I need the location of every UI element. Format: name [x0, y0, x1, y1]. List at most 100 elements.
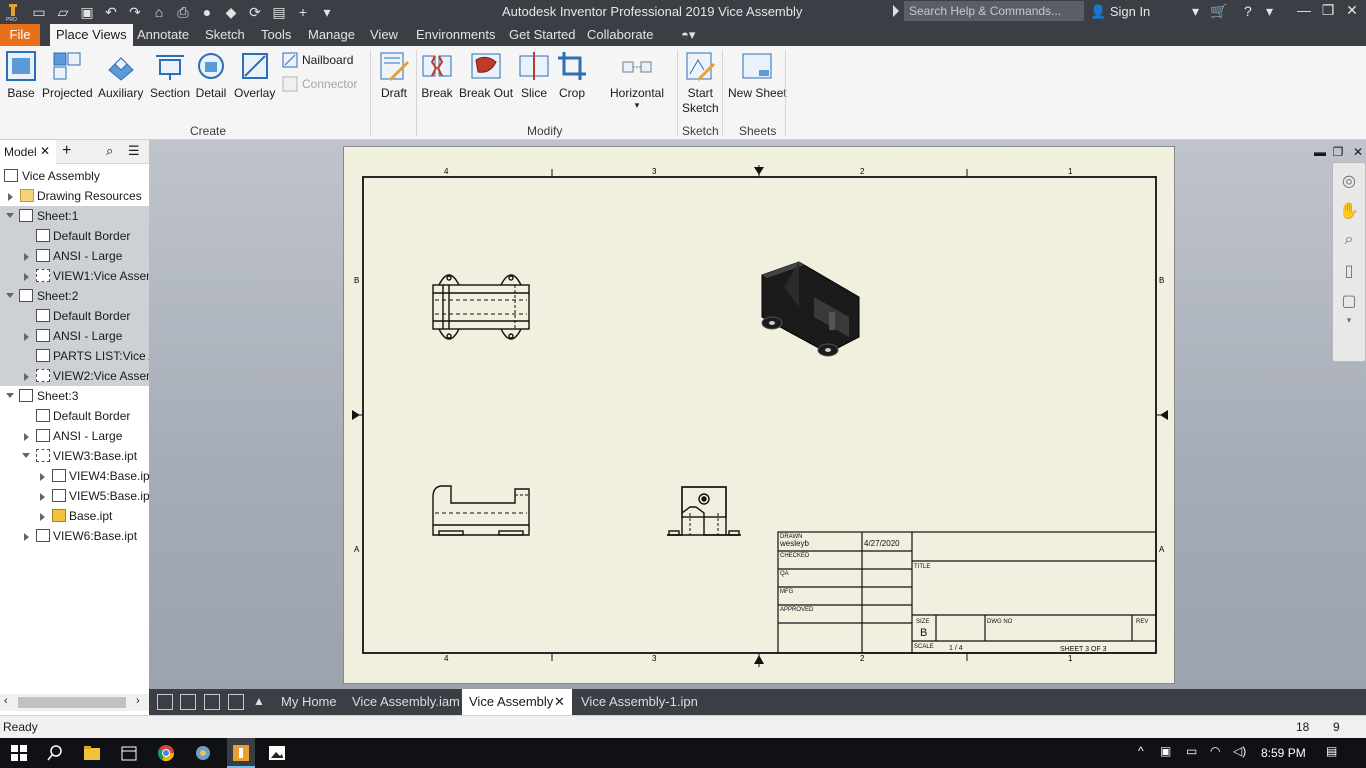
zoom-window-icon[interactable]: ▢: [1338, 291, 1360, 313]
tab-manage[interactable]: Manage: [302, 24, 361, 46]
tree-node-sheet-2[interactable]: Sheet:2: [0, 286, 149, 306]
show-hidden-icons-icon[interactable]: ^: [1138, 744, 1144, 758]
menu-icon[interactable]: ☰: [128, 143, 140, 159]
search-expand-icon[interactable]: [893, 5, 899, 17]
tab-place-views[interactable]: Place Views: [50, 24, 133, 46]
doc-tab-my-home[interactable]: My Home: [277, 689, 341, 715]
search-icon[interactable]: ⌕: [106, 143, 113, 159]
doc-restore-icon[interactable]: ❐: [1330, 145, 1346, 159]
tree-node-view2[interactable]: VIEW2:Vice Assembly: [0, 366, 149, 386]
drawing-view-top[interactable]: [432, 274, 530, 340]
tab-file[interactable]: File: [0, 24, 40, 46]
expand-icon[interactable]: [8, 193, 13, 201]
tree-node-ansi-large[interactable]: ANSI - Large: [0, 246, 149, 266]
expand-icon[interactable]: [24, 253, 29, 261]
collapse-icon[interactable]: [6, 213, 14, 218]
tree-node-parts-list[interactable]: PARTS LIST:Vice Assembly: [0, 346, 149, 366]
search-icon[interactable]: [46, 744, 64, 762]
tree-node-view1[interactable]: VIEW1:Vice Assembly: [0, 266, 149, 286]
collapse-icon[interactable]: [22, 453, 30, 458]
tile-icon[interactable]: [180, 694, 196, 710]
draft-button[interactable]: Draft: [378, 50, 410, 100]
doc-tab-vice-assembly-ipn[interactable]: Vice Assembly-1.ipn: [577, 689, 702, 715]
graphics-canvas[interactable]: ▬ ❐ ✕ 4 3 2 1 4 3 2 1 B B A A DRAWN wesl…: [149, 140, 1366, 689]
auxiliary-view-button[interactable]: Auxiliary: [98, 50, 143, 100]
collapse-icon[interactable]: [6, 293, 14, 298]
tree-node-default-border[interactable]: Default Border: [0, 306, 149, 326]
scroll-right-icon[interactable]: ›: [136, 695, 140, 707]
tree-node-view5[interactable]: VIEW5:Base.ipt: [0, 486, 149, 506]
expand-icon[interactable]: [40, 513, 45, 521]
arrange-horizontal-icon[interactable]: [204, 694, 220, 710]
cart-icon[interactable]: 🛒: [1210, 3, 1227, 20]
panel-options-icon[interactable]: ◓▾: [675, 24, 701, 46]
help-dropdown-icon[interactable]: ▾: [1266, 3, 1273, 20]
close-tab-icon[interactable]: ✕: [40, 144, 50, 158]
tree-node-sheet-3[interactable]: Sheet:3: [0, 386, 149, 406]
drawing-view-side[interactable]: [667, 486, 741, 536]
drawing-sheet[interactable]: 4 3 2 1 4 3 2 1 B B A A DRAWN wesleyb 4/…: [343, 146, 1175, 684]
file-explorer-icon[interactable]: [83, 744, 101, 762]
plus-icon[interactable]: +: [294, 3, 312, 21]
expand-icon[interactable]: [40, 493, 45, 501]
drawing-view-isometric[interactable]: [761, 261, 860, 357]
volume-icon[interactable]: ◁): [1233, 744, 1246, 758]
expand-icon[interactable]: [24, 273, 29, 281]
zoom-icon[interactable]: ⌕: [1338, 231, 1360, 253]
close-doc-tab-icon[interactable]: ✕: [554, 689, 565, 715]
tree-node-sheet-1[interactable]: Sheet:1: [0, 206, 149, 226]
tree-node-vice-assembly[interactable]: Vice Assembly: [0, 166, 149, 186]
tree-node-view4[interactable]: VIEW4:Base.ipt: [0, 466, 149, 486]
tab-get-started[interactable]: Get Started: [503, 24, 581, 46]
doc-tab-vice-assembly-iam[interactable]: Vice Assembly.iam: [348, 689, 464, 715]
projected-view-button[interactable]: Projected: [42, 50, 93, 100]
tab-environments[interactable]: Environments: [410, 24, 501, 46]
tree-node-view3[interactable]: VIEW3:Base.ipt: [0, 446, 149, 466]
horizontal-button[interactable]: Horizontal ▾: [610, 50, 664, 111]
scroll-thumb[interactable]: [18, 697, 126, 708]
tab-model[interactable]: Model ✕: [0, 140, 56, 164]
doc-close-icon[interactable]: ✕: [1350, 145, 1366, 159]
new-sheet-button[interactable]: New Sheet: [728, 50, 787, 100]
customize-icon[interactable]: ▾: [318, 3, 336, 21]
battery-icon[interactable]: ▭: [1186, 744, 1197, 758]
add-tab-icon[interactable]: +: [62, 142, 71, 160]
break-out-button[interactable]: Break Out: [459, 50, 513, 100]
expand-icon[interactable]: [40, 473, 45, 481]
clock-time[interactable]: 8:59 PM: [1261, 746, 1306, 760]
expand-icon[interactable]: [24, 373, 29, 381]
expand-icon[interactable]: [24, 333, 29, 341]
tab-sketch[interactable]: Sketch: [199, 24, 251, 46]
scroll-left-icon[interactable]: ‹: [4, 695, 8, 707]
action-center-icon[interactable]: ▤: [1326, 744, 1337, 758]
doc-tab-vice-assembly[interactable]: Vice Assembly ✕: [462, 689, 572, 715]
connector-button[interactable]: Connector: [282, 76, 357, 92]
new-icon[interactable]: ▭: [30, 3, 48, 21]
minimize-icon[interactable]: —: [1292, 2, 1316, 18]
tree-node-default-border[interactable]: Default Border: [0, 406, 149, 426]
tree-node-default-border[interactable]: Default Border: [0, 226, 149, 246]
crop-button[interactable]: Crop: [556, 50, 588, 100]
print-icon[interactable]: ⎙: [174, 3, 192, 21]
nailboard-button[interactable]: Nailboard: [282, 52, 353, 68]
cascade-icon[interactable]: [157, 694, 173, 710]
notification-app-icon[interactable]: ▣: [1160, 744, 1171, 758]
redo-icon[interactable]: ↷: [126, 3, 144, 21]
nav-bar-menu-icon[interactable]: ▾: [1338, 315, 1360, 327]
expand-icon[interactable]: [24, 533, 29, 541]
tree-node-ansi-large[interactable]: ANSI - Large: [0, 326, 149, 346]
restore-icon[interactable]: ❐: [1316, 2, 1340, 19]
home-icon[interactable]: ⌂: [150, 3, 168, 21]
horizontal-dropdown-icon[interactable]: ▾: [610, 100, 664, 111]
photos-icon[interactable]: [268, 744, 286, 762]
base-view-button[interactable]: Base: [5, 50, 37, 100]
tree-node-view6[interactable]: VIEW6:Base.ipt: [0, 526, 149, 546]
tab-annotate[interactable]: Annotate: [131, 24, 195, 46]
open-icon[interactable]: ▱: [54, 3, 72, 21]
tab-list-icon[interactable]: ▲: [253, 694, 265, 708]
tree-node-drawing-resources[interactable]: Drawing Resources: [0, 186, 149, 206]
appearance-icon[interactable]: ●: [198, 3, 216, 21]
search-input[interactable]: Search Help & Commands...: [904, 1, 1084, 21]
tree-node-ansi-large[interactable]: ANSI - Large: [0, 426, 149, 446]
material-icon[interactable]: ◆: [222, 3, 240, 21]
